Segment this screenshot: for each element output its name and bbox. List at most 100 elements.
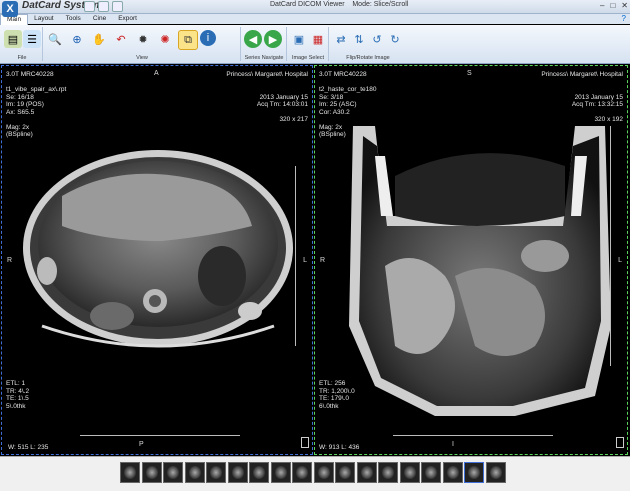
scroll-indicator[interactable] [616, 437, 624, 448]
pan-hand-icon[interactable]: ✋ [90, 30, 108, 48]
minimize-button[interactable]: – [600, 1, 604, 10]
overlay-tr: TR: 1,200\.0 [319, 387, 355, 395]
tab-export[interactable]: Export [112, 14, 143, 24]
viewport-axial[interactable]: 3.0T MRC40228 t1_vibe_spair_ax\.rpt Se: … [1, 65, 313, 455]
series-thumbnail[interactable] [292, 462, 312, 483]
vertical-scale-ruler [604, 126, 611, 366]
series-thumbnail[interactable] [378, 462, 398, 483]
thumbnail-image [382, 466, 394, 479]
thumbnail-image [210, 466, 222, 479]
info-icon[interactable]: i [200, 30, 216, 46]
study-list-icon[interactable]: ☰ [23, 30, 41, 48]
overlay-etl: ETL: 1 [6, 380, 26, 387]
overlay-magnification: Mag: 2x [319, 123, 343, 131]
overlay-blank [541, 109, 623, 117]
ribbon-group-flip-rotate: ⇄ ⇅ ↺ ↻ Flip/Rotate Image [330, 27, 406, 62]
window-controls: – □ ✕ [600, 1, 628, 10]
ribbon-group-label: Image Select [291, 55, 325, 61]
flip-vertical-icon[interactable]: ⇅ [350, 30, 368, 48]
overlay-image-number: Im: 25 (ASC) [319, 101, 357, 108]
series-thumbnail[interactable] [249, 462, 269, 483]
series-thumbnail[interactable] [313, 462, 334, 483]
series-thumbnail[interactable] [335, 462, 355, 483]
series-thumbnail[interactable] [141, 462, 162, 483]
overlay-series-number: Se: 3/18 [319, 93, 344, 101]
app-logo-icon[interactable]: X [2, 1, 18, 17]
orientation-top: A [154, 70, 159, 77]
thumbnail-image [188, 466, 201, 479]
title-bar: X DatCard Systems DatCard DICOM Viewer M… [0, 0, 630, 17]
overlay-tr: TR: 4\.2 [6, 387, 30, 395]
thumbnail-image [231, 466, 244, 479]
series-thumbnail[interactable] [399, 462, 420, 483]
overlay-scanner: 3.0T MRC40228 [6, 71, 54, 78]
series-thumbnail[interactable] [485, 462, 506, 483]
thumbnail-image [253, 466, 265, 479]
reset-icon[interactable]: ✺ [156, 30, 174, 48]
next-series-icon[interactable]: ▶ [264, 30, 282, 48]
tab-layout[interactable]: Layout [28, 14, 60, 24]
overlay-interpolation: (BSpline) [319, 131, 346, 138]
rotate-left-icon[interactable]: ↺ [368, 30, 386, 48]
overlay-series-number: Se: 16/18 [6, 93, 34, 101]
series-thumbnail[interactable] [421, 462, 441, 483]
flip-horizontal-icon[interactable]: ⇄ [332, 30, 350, 48]
thumbnail-image [317, 466, 330, 479]
magnify-plus-icon[interactable]: ⊕ [68, 30, 86, 48]
ribbon-tabs: Main Layout Tools Cine Export [0, 14, 630, 25]
series-thumbnail[interactable] [206, 462, 226, 483]
overlay-acq-time: Acq Tm: 13:32:15 [571, 101, 623, 108]
overlay-blank [541, 79, 623, 87]
overlay-top-right: Princess\ Margaret\ Hospital 2013 Januar… [226, 71, 308, 124]
maximize-button[interactable]: □ [610, 1, 615, 10]
rotate-right-icon[interactable]: ↻ [386, 30, 404, 48]
viewport-coronal[interactable]: 3.0T MRC40228 t2_haste_cor_te180 Se: 3/1… [314, 65, 628, 455]
zoom-icon[interactable]: 🔍 [46, 30, 64, 48]
orientation-left: R [320, 257, 326, 264]
series-thumbnail-strip [0, 456, 630, 491]
thumbnail-image [425, 466, 437, 479]
window-title: DatCard DICOM Viewer Mode: Slice/Scroll [270, 1, 408, 8]
undo-arrow-icon[interactable]: ↶ [112, 30, 130, 48]
scroll-indicator[interactable] [301, 437, 309, 448]
series-thumbnail[interactable] [464, 462, 484, 483]
series-thumbnail[interactable] [270, 462, 291, 483]
quick-undo-icon[interactable] [98, 1, 109, 12]
quick-redo-icon[interactable] [112, 1, 123, 12]
orientation-bottom: I [452, 441, 454, 448]
tab-tools[interactable]: Tools [60, 14, 87, 24]
series-thumbnail[interactable] [227, 462, 248, 483]
thumbnail-image [274, 466, 287, 479]
orientation-top: S [467, 70, 472, 77]
close-button[interactable]: ✕ [621, 1, 628, 10]
previous-series-icon[interactable]: ◀ [244, 30, 262, 48]
overlay-etl: ETL: 256 [319, 380, 346, 387]
open-study-icon[interactable]: ▤ [4, 30, 22, 48]
series-thumbnail[interactable] [184, 462, 205, 483]
overlay-blank [226, 86, 308, 94]
overlay-te: TE: 1\.5 [6, 395, 29, 402]
help-icon[interactable]: ? [622, 14, 626, 23]
select-image-icon[interactable]: ▣ [290, 30, 308, 48]
overlay-scanner: 3.0T MRC40228 [319, 71, 367, 78]
tab-cine[interactable]: Cine [87, 14, 112, 24]
series-thumbnail[interactable] [442, 462, 463, 483]
overlay-slice-position: Cor: A30.2 [319, 108, 350, 116]
overlay-thickness: 5\.0thk [6, 402, 26, 410]
orientation-bottom: P [139, 441, 144, 448]
select-all-icon[interactable]: ▦ [309, 30, 327, 48]
overlay-top-left: 3.0T MRC40228 t2_haste_cor_te180 Se: 3/1… [319, 71, 376, 139]
series-thumbnail[interactable] [356, 462, 377, 483]
series-thumbnail[interactable] [120, 462, 140, 483]
overlay-series-name: t1_vibe_spair_ax\.rpt [6, 86, 67, 93]
overlay-bottom-left: ETL: 1 TR: 4\.2 TE: 1\.5 5\.0thk [6, 380, 29, 410]
overlay-top-left: 3.0T MRC40228 t1_vibe_spair_ax\.rpt Se: … [6, 71, 66, 139]
window-level-icon[interactable]: ✹ [134, 30, 152, 48]
overlay-top-right: Princess\ Margaret\ Hospital 2013 Januar… [541, 71, 623, 124]
series-thumbnail[interactable] [163, 462, 183, 483]
quick-save-icon[interactable] [84, 1, 95, 12]
orientation-left: R [7, 257, 13, 264]
orientation-right: L [303, 257, 307, 264]
overlay-blank [6, 79, 66, 87]
stack-select-icon[interactable]: ⧉ [178, 30, 198, 50]
